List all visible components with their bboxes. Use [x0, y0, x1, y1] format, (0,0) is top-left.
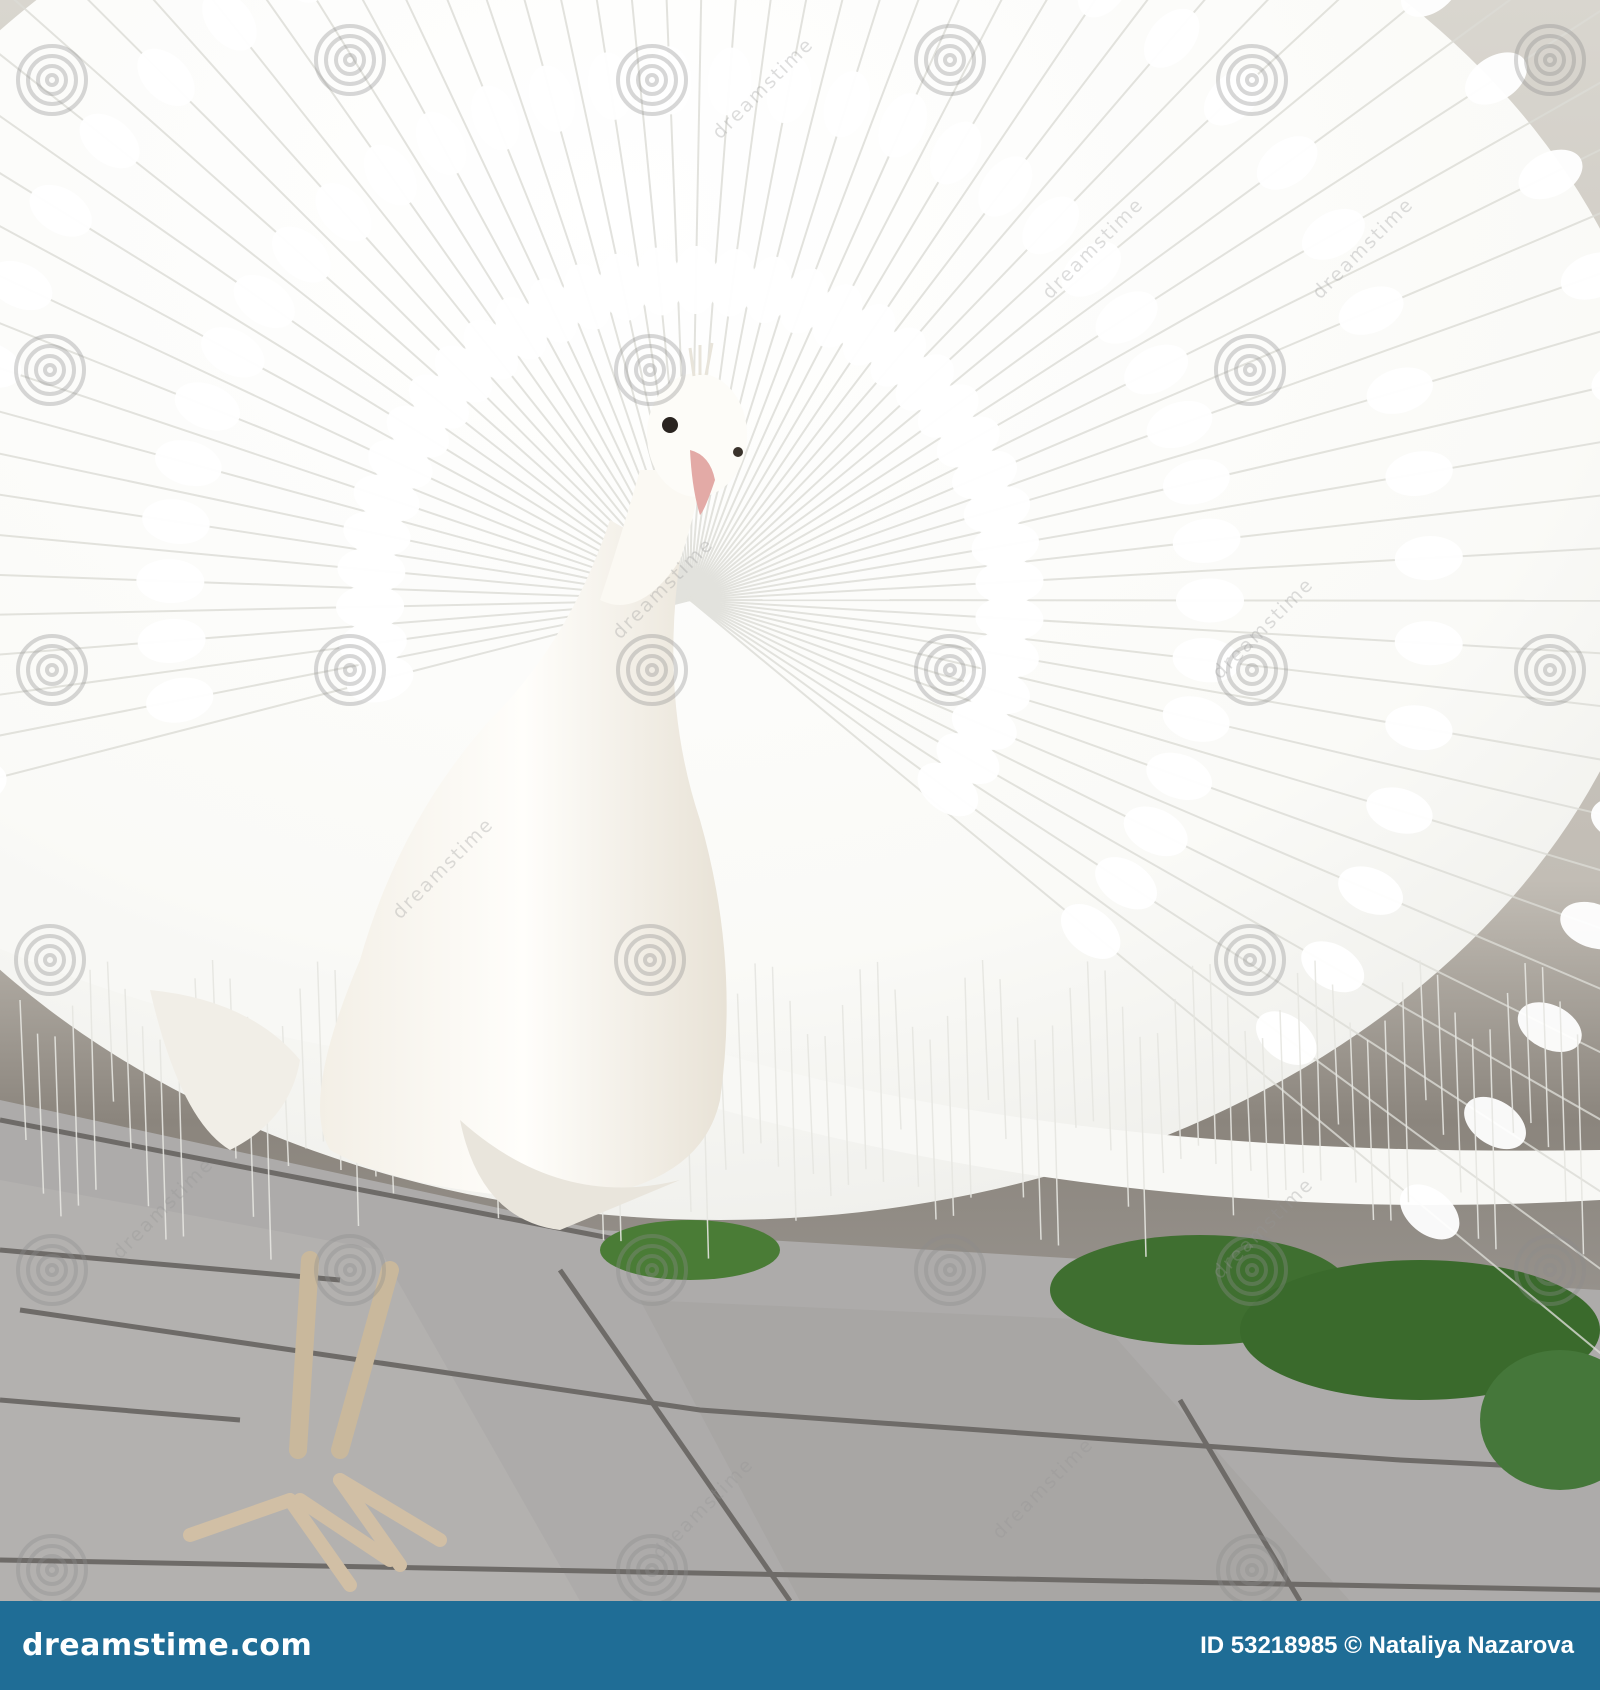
peacock-eye [662, 417, 678, 433]
peacock-photo: dreamstimedreamstime dreamstimedreamstime… [0, 0, 1600, 1601]
footer-logo[interactable]: dreamstime.com [22, 1601, 312, 1690]
footer-credit: ID 53218985 © Nataliya Nazarova [1200, 1632, 1574, 1659]
footer-bar: dreamstime.com ID 53218985 © Nataliya Na… [0, 1601, 1600, 1690]
